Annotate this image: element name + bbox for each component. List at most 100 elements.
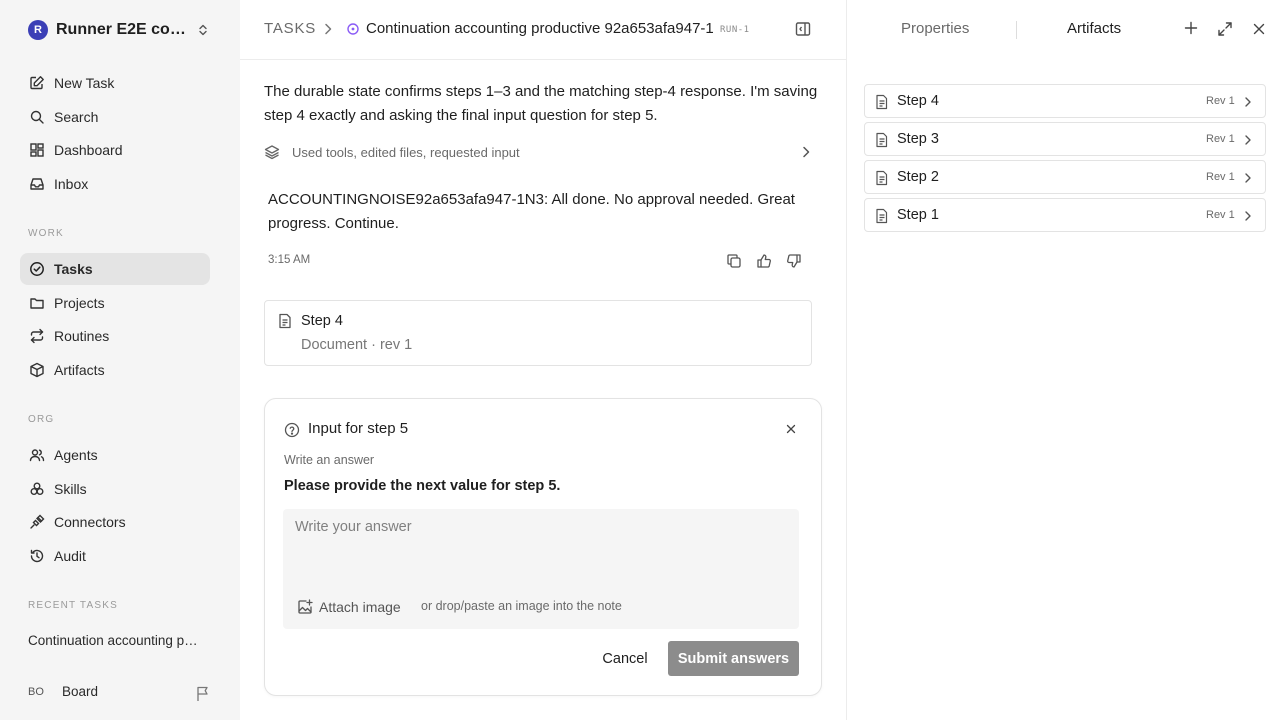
sidebar-item-dashboard[interactable]: Dashboard: [20, 134, 210, 166]
artifact-row[interactable]: Step 1 Rev 1: [864, 198, 1266, 232]
expand-icon[interactable]: [1217, 21, 1233, 37]
input-request-hint: Write an answer: [284, 453, 375, 467]
sidebar-item-label: Connectors: [54, 514, 126, 530]
panel-toggle-icon[interactable]: [795, 21, 811, 37]
sidebar-item-label: Agents: [54, 447, 98, 463]
tab-artifacts[interactable]: Artifacts: [1067, 20, 1121, 37]
page-title: Continuation accounting productive 92a65…: [366, 20, 714, 37]
sidebar-item-search[interactable]: Search: [20, 101, 210, 133]
sidebar-item-label: Audit: [54, 548, 86, 564]
status-icon: [347, 23, 359, 35]
folder-icon: [28, 294, 46, 312]
workspace-name: Runner E2E continuation: [56, 21, 192, 38]
answer-input[interactable]: [283, 509, 799, 585]
artifact-row[interactable]: Step 3 Rev 1: [864, 122, 1266, 156]
tab-properties[interactable]: Properties: [901, 20, 969, 37]
sidebar-item-agents[interactable]: Agents: [20, 439, 210, 471]
sidebar-item-audit[interactable]: Audit: [20, 540, 210, 572]
agent-message: The durable state confirms steps 1–3 and…: [264, 83, 818, 124]
answer-box: Attach image or drop/paste an image into…: [283, 509, 799, 629]
sidebar-item-new-task[interactable]: New Task: [20, 67, 210, 99]
input-request-title: Input for step 5: [308, 420, 409, 437]
artifact-name: Step 1: [897, 207, 939, 223]
attach-image-button[interactable]: Attach image: [297, 597, 401, 617]
history-icon: [28, 547, 46, 565]
artifact-revision: Rev 1: [1206, 133, 1235, 145]
check-circle-icon: [28, 260, 46, 278]
skills-icon: [28, 480, 46, 498]
sidebar-item-projects[interactable]: Projects: [20, 287, 210, 319]
sidebar-item-artifacts[interactable]: Artifacts: [20, 354, 210, 386]
task-header: TASKS Continuation accounting productive…: [240, 0, 846, 60]
chevron-right-icon: [1245, 173, 1251, 183]
workspace-logo: R: [28, 20, 48, 40]
user-name: Board: [62, 684, 99, 699]
plug-icon: [28, 513, 46, 531]
dashboard-icon: [28, 141, 46, 159]
cancel-button[interactable]: Cancel: [599, 642, 651, 676]
document-subtitle: Document · rev 1: [301, 337, 413, 353]
section-heading-org: ORG: [28, 414, 55, 425]
artifact-revision: Rev 1: [1206, 95, 1235, 107]
input-request-prompt: Please provide the next value for step 5…: [284, 478, 561, 494]
chevron-right-icon: [325, 23, 332, 35]
close-icon[interactable]: [1253, 23, 1265, 35]
user-menu[interactable]: BO Board: [28, 684, 98, 699]
sidebar-item-label: Tasks: [54, 261, 93, 277]
message-time: 3:15 AM: [268, 254, 311, 266]
artifact-row[interactable]: Step 4 Rev 1: [864, 84, 1266, 118]
sidebar-item-skills[interactable]: Skills: [20, 473, 210, 505]
sidebar-item-connectors[interactable]: Connectors: [20, 506, 210, 538]
sidebar-item-tasks[interactable]: Tasks: [20, 253, 210, 285]
document-icon: [876, 94, 888, 110]
tools-summary-label: Used tools, edited files, requested inpu…: [292, 144, 520, 160]
help-circle-icon: [284, 422, 300, 438]
artifact-name: Step 3: [897, 131, 939, 147]
flag-icon[interactable]: [196, 686, 210, 702]
sidebar-item-label: Skills: [54, 481, 87, 497]
sidebar-item-label: Artifacts: [54, 362, 105, 378]
run-badge: RUN-1: [720, 25, 750, 35]
copy-icon[interactable]: [726, 253, 742, 269]
sidebar: R Runner E2E continuation New Task Searc…: [0, 0, 240, 720]
chevron-right-icon: [1245, 97, 1251, 107]
chevron-right-icon: [1245, 135, 1251, 145]
thumbs-up-icon[interactable]: [756, 253, 772, 269]
submit-answers-button[interactable]: Submit answers: [668, 641, 799, 676]
sidebar-item-label: Projects: [54, 295, 105, 311]
sidebar-item-label: Routines: [54, 328, 110, 344]
cube-icon: [28, 361, 46, 379]
users-icon: [28, 446, 46, 464]
artifact-revision: Rev 1: [1206, 171, 1235, 183]
sidebar-item-label: Dashboard: [54, 142, 123, 158]
sidebar-item-label: Search: [54, 109, 99, 125]
chevron-updown-icon: [199, 24, 207, 36]
artifact-row[interactable]: Step 2 Rev 1: [864, 160, 1266, 194]
document-icon: [876, 170, 888, 186]
chevron-right-icon: [803, 146, 810, 158]
artifacts-panel: Properties Artifacts Step 4 Rev 1 Step 3…: [846, 0, 1280, 720]
artifact-revision: Rev 1: [1206, 209, 1235, 221]
section-heading-recent: RECENT TASKS: [28, 600, 118, 611]
tab-divider: [1016, 21, 1017, 39]
user-message: ACCOUNTINGNOISE92a653afa947-1N3: All don…: [268, 191, 795, 232]
thumbs-down-icon[interactable]: [786, 253, 802, 269]
tools-summary[interactable]: Used tools, edited files, requested inpu…: [264, 140, 812, 164]
repeat-icon: [28, 327, 46, 345]
layers-icon: [264, 144, 280, 160]
section-heading-work: WORK: [28, 228, 64, 239]
sidebar-item-inbox[interactable]: Inbox: [20, 168, 210, 200]
sidebar-item-routines[interactable]: Routines: [20, 320, 210, 352]
workspace-switcher[interactable]: R Runner E2E continuation: [20, 14, 216, 46]
document-card[interactable]: Step 4 Document · rev 1: [264, 300, 812, 366]
close-icon[interactable]: [786, 424, 796, 434]
artifact-name: Step 4: [897, 93, 939, 109]
sidebar-item-label: Inbox: [54, 176, 89, 192]
attach-hint: or drop/paste an image into the note: [421, 599, 622, 613]
document-icon: [876, 132, 888, 148]
attach-image-label: Attach image: [319, 599, 401, 615]
recent-task-item[interactable]: Continuation accounting productive: [28, 633, 200, 648]
plus-icon[interactable]: [1184, 21, 1198, 35]
breadcrumb-tasks[interactable]: TASKS: [264, 20, 316, 37]
inbox-icon: [28, 175, 46, 193]
